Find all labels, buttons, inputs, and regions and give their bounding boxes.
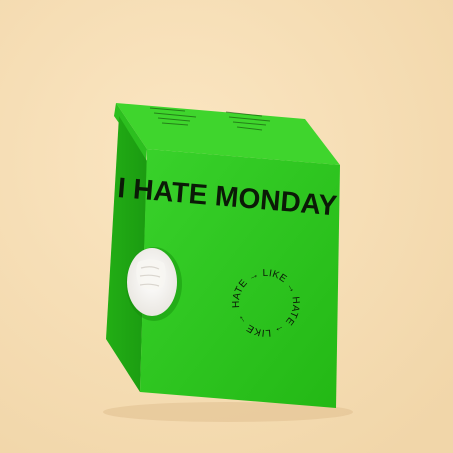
- product-photo: I HATE MONDAY HATE → LIKE → HATE → LIKE …: [0, 0, 453, 453]
- green-box: I HATE MONDAY HATE → LIKE → HATE → LIKE …: [106, 103, 340, 408]
- window-icon: [126, 247, 182, 321]
- product-photo-svg: I HATE MONDAY HATE → LIKE → HATE → LIKE …: [0, 0, 453, 453]
